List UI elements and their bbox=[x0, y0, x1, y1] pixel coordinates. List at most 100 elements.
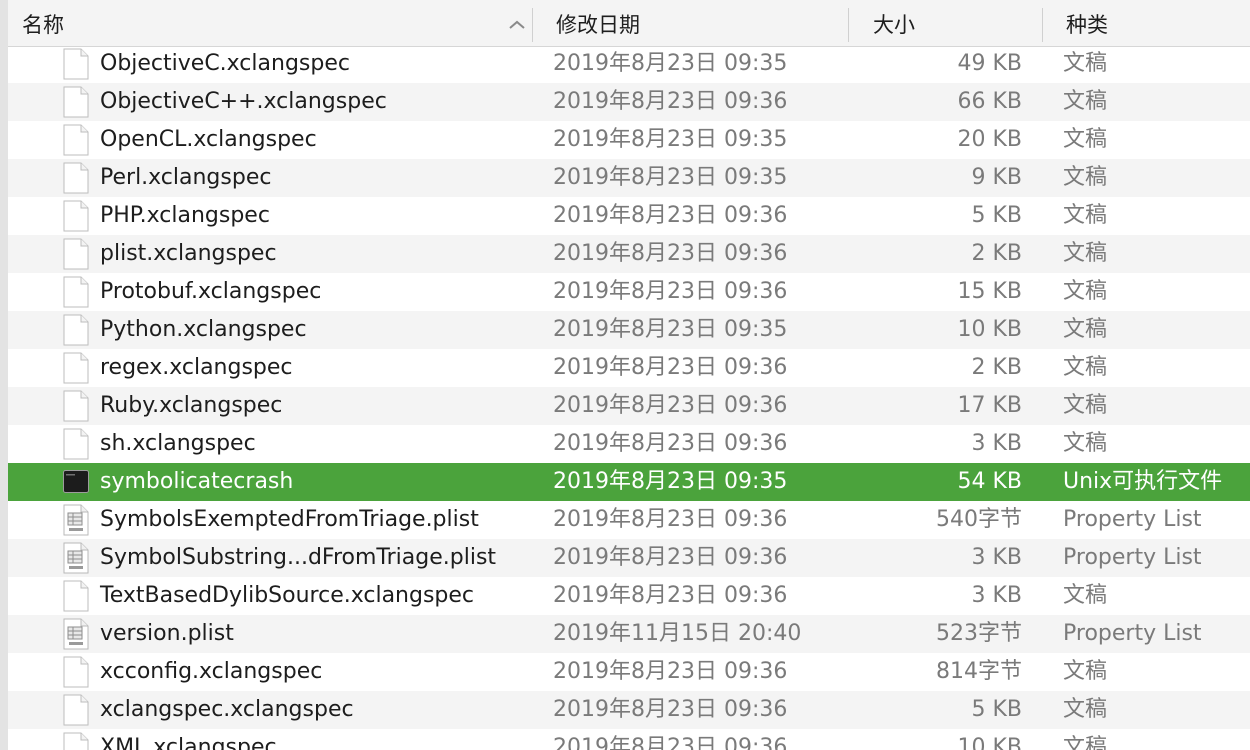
file-row[interactable]: regex.xclangspec 2019年8月23日 09:36 2 KB 文稿 bbox=[8, 349, 1250, 387]
document-icon bbox=[63, 86, 89, 118]
file-row[interactable]: Python.xclangspec 2019年8月23日 09:35 10 KB 文稿 bbox=[8, 311, 1250, 349]
file-row[interactable]: SymbolSubstring...dFromTriage.plist 2019年… bbox=[8, 539, 1250, 577]
file-size: 5 KB bbox=[971, 697, 1022, 722]
file-name: ObjectiveC.xclangspec bbox=[100, 51, 350, 76]
file-modified-date: 2019年8月23日 09:35 bbox=[553, 127, 788, 152]
file-row[interactable]: Protobuf.xclangspec 2019年8月23日 09:36 15 KB… bbox=[8, 273, 1250, 311]
sort-ascending-chevron-icon[interactable] bbox=[503, 15, 531, 35]
file-kind: 文稿 bbox=[1063, 127, 1108, 152]
file-name: plist.xclangspec bbox=[100, 241, 277, 266]
file-modified-date: 2019年8月23日 09:35 bbox=[553, 51, 788, 76]
file-row[interactable]: ObjectiveC.xclangspec 2019年8月23日 09:35 49 … bbox=[8, 45, 1250, 83]
file-modified-date: 2019年8月23日 09:36 bbox=[553, 431, 788, 456]
column-header-kind[interactable]: 种类 bbox=[1066, 0, 1108, 46]
file-kind: Property List bbox=[1063, 545, 1202, 570]
file-modified-date: 2019年8月23日 09:35 bbox=[553, 165, 788, 190]
file-kind: 文稿 bbox=[1063, 393, 1108, 418]
file-kind: Property List bbox=[1063, 507, 1202, 532]
file-row[interactable]: plist.xclangspec 2019年8月23日 09:36 2 KB 文稿 bbox=[8, 235, 1250, 273]
file-size: 20 KB bbox=[957, 127, 1022, 152]
file-kind: 文稿 bbox=[1063, 317, 1108, 342]
document-icon bbox=[63, 48, 89, 80]
file-row[interactable]: xcconfig.xclangspec 2019年8月23日 09:36 814字节… bbox=[8, 653, 1250, 691]
file-size: 10 KB bbox=[957, 735, 1022, 750]
file-size: 10 KB bbox=[957, 317, 1022, 342]
file-row-selected[interactable]: symbolicatecrash 2019年8月23日 09:35 54 KB Uni… bbox=[8, 463, 1250, 501]
file-modified-date: 2019年8月23日 09:36 bbox=[553, 545, 788, 570]
file-size: 3 KB bbox=[971, 431, 1022, 456]
file-row[interactable]: version.plist 2019年11月15日 20:40 523字节 Prope… bbox=[8, 615, 1250, 653]
file-row[interactable]: PHP.xclangspec 2019年8月23日 09:36 5 KB 文稿 bbox=[8, 197, 1250, 235]
file-name: Protobuf.xclangspec bbox=[100, 279, 322, 304]
file-kind: Unix可执行文件 bbox=[1063, 469, 1223, 494]
file-modified-date: 2019年8月23日 09:36 bbox=[553, 393, 788, 418]
finder-list-view: 名称 修改日期 大小 种类 ObjectiveC.xclangspec 2019年… bbox=[0, 0, 1250, 750]
document-icon bbox=[63, 656, 89, 688]
file-kind: 文稿 bbox=[1063, 355, 1108, 380]
file-name: sh.xclangspec bbox=[100, 431, 256, 456]
document-icon bbox=[63, 732, 89, 750]
column-divider[interactable] bbox=[848, 8, 849, 42]
file-row[interactable]: SymbolsExemptedFromTriage.plist 2019年8月23… bbox=[8, 501, 1250, 539]
file-size: 523字节 bbox=[936, 621, 1022, 646]
file-size: 814字节 bbox=[936, 659, 1022, 684]
column-divider[interactable] bbox=[1042, 8, 1043, 42]
file-modified-date: 2019年8月23日 09:36 bbox=[553, 89, 788, 114]
column-header-name[interactable]: 名称 bbox=[22, 0, 64, 46]
column-header-date[interactable]: 修改日期 bbox=[556, 0, 640, 46]
file-kind: 文稿 bbox=[1063, 659, 1108, 684]
column-divider[interactable] bbox=[532, 8, 533, 42]
file-modified-date: 2019年8月23日 09:35 bbox=[553, 469, 788, 494]
file-row[interactable]: Ruby.xclangspec 2019年8月23日 09:36 17 KB 文稿 bbox=[8, 387, 1250, 425]
file-row[interactable]: sh.xclangspec 2019年8月23日 09:36 3 KB 文稿 bbox=[8, 425, 1250, 463]
document-icon bbox=[63, 428, 89, 460]
file-modified-date: 2019年8月23日 09:36 bbox=[553, 735, 788, 750]
file-kind: Property List bbox=[1063, 621, 1202, 646]
file-size: 17 KB bbox=[957, 393, 1022, 418]
file-row[interactable]: xclangspec.xclangspec 2019年8月23日 09:36 5 K… bbox=[8, 691, 1250, 729]
file-size: 49 KB bbox=[957, 51, 1022, 76]
file-modified-date: 2019年8月23日 09:36 bbox=[553, 203, 788, 228]
file-modified-date: 2019年8月23日 09:35 bbox=[553, 317, 788, 342]
file-row[interactable]: TextBasedDylibSource.xclangspec 2019年8月23… bbox=[8, 577, 1250, 615]
terminal-exec-icon bbox=[63, 470, 89, 493]
file-row[interactable]: ObjectiveC++.xclangspec 2019年8月23日 09:36 6… bbox=[8, 83, 1250, 121]
column-header-size[interactable]: 大小 bbox=[873, 0, 915, 46]
document-icon bbox=[63, 314, 89, 346]
file-modified-date: 2019年8月23日 09:36 bbox=[553, 697, 788, 722]
file-name: SymbolSubstring...dFromTriage.plist bbox=[100, 545, 497, 570]
file-kind: 文稿 bbox=[1063, 431, 1108, 456]
file-name: xcconfig.xclangspec bbox=[100, 659, 323, 684]
document-icon bbox=[63, 238, 89, 270]
file-row[interactable]: Perl.xclangspec 2019年8月23日 09:35 9 KB 文稿 bbox=[8, 159, 1250, 197]
file-size: 2 KB bbox=[971, 355, 1022, 380]
file-kind: 文稿 bbox=[1063, 51, 1108, 76]
file-name: Perl.xclangspec bbox=[100, 165, 272, 190]
file-kind: 文稿 bbox=[1063, 583, 1108, 608]
plist-icon bbox=[63, 618, 89, 650]
file-modified-date: 2019年8月23日 09:36 bbox=[553, 279, 788, 304]
file-modified-date: 2019年8月23日 09:36 bbox=[553, 507, 788, 532]
file-size: 2 KB bbox=[971, 241, 1022, 266]
file-kind: 文稿 bbox=[1063, 241, 1108, 266]
file-row[interactable]: XML.xclangspec 2019年8月23日 09:36 10 KB 文稿 bbox=[8, 729, 1250, 750]
document-icon bbox=[63, 580, 89, 612]
file-size: 540字节 bbox=[936, 507, 1022, 532]
plist-icon bbox=[63, 542, 89, 574]
file-name: OpenCL.xclangspec bbox=[100, 127, 317, 152]
file-modified-date: 2019年8月23日 09:36 bbox=[553, 241, 788, 266]
file-kind: 文稿 bbox=[1063, 279, 1108, 304]
file-name: version.plist bbox=[100, 621, 234, 646]
sidebar-edge bbox=[0, 0, 8, 750]
document-icon bbox=[63, 390, 89, 422]
file-name: xclangspec.xclangspec bbox=[100, 697, 354, 722]
file-size: 54 KB bbox=[957, 469, 1022, 494]
file-kind: 文稿 bbox=[1063, 203, 1108, 228]
file-row[interactable]: OpenCL.xclangspec 2019年8月23日 09:35 20 KB 文稿 bbox=[8, 121, 1250, 159]
document-icon bbox=[63, 276, 89, 308]
file-modified-date: 2019年11月15日 20:40 bbox=[553, 621, 802, 646]
file-name: regex.xclangspec bbox=[100, 355, 293, 380]
file-size: 9 KB bbox=[971, 165, 1022, 190]
file-name: TextBasedDylibSource.xclangspec bbox=[100, 583, 475, 608]
file-name: ObjectiveC++.xclangspec bbox=[100, 89, 387, 114]
